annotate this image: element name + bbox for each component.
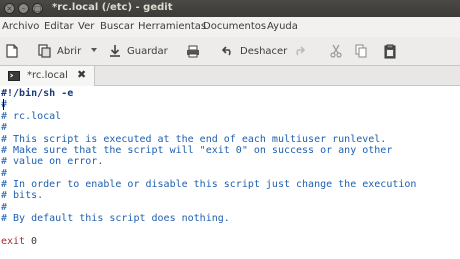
minimize-icon: – [21, 3, 26, 13]
cut-button[interactable] [330, 43, 342, 59]
open-icon [38, 44, 51, 58]
menu-ayuda[interactable]: Ayuda [267, 21, 298, 32]
save-button[interactable]: Guardar [109, 43, 168, 59]
maximize-window-button[interactable]: □ [32, 3, 43, 14]
code-line: #!/bin/sh -e [1, 88, 74, 99]
code-line: # [1, 202, 8, 213]
code-line: # value on error. [1, 156, 104, 167]
code-line: # This script is executed at the end of … [1, 134, 387, 145]
open-button[interactable]: Abrir [38, 43, 81, 59]
tab-label: *rc.local [27, 70, 68, 81]
code-line: # By default this script does nothing. [1, 213, 230, 224]
text-cursor [3, 99, 4, 110]
close-icon: × [6, 3, 13, 13]
terminal-icon [8, 71, 20, 81]
menu-editar[interactable]: Editar [44, 21, 74, 32]
menu-herramientas[interactable]: Herramientas [138, 21, 206, 32]
tab-bar: *rc.local ✖ [0, 66, 460, 86]
menu-buscar[interactable]: Buscar [100, 21, 134, 32]
title-bar: × – □ *rc.local (/etc) - gedit [0, 0, 460, 17]
minimize-window-button[interactable]: – [18, 3, 29, 14]
code-line: # bits. [1, 190, 44, 201]
close-tab-icon[interactable]: ✖ [77, 68, 86, 81]
code-line: # [1, 168, 8, 179]
open-recent-chevron-down-icon[interactable] [91, 48, 97, 52]
menu-archivo[interactable]: Archivo [2, 21, 39, 32]
new-document-icon [6, 44, 18, 58]
code-line: # rc.local [1, 111, 62, 122]
code-line-keyword: exit [1, 236, 26, 247]
code-line: # Make sure that the script will "exit 0… [1, 145, 393, 156]
menu-documentos[interactable]: Documentos [203, 21, 266, 32]
undo-label: Deshacer [240, 45, 288, 57]
code-line: # In order to enable or disable this scr… [1, 179, 417, 190]
toolbar: Abrir Guardar Deshacer [0, 37, 460, 66]
redo-button[interactable] [293, 43, 305, 59]
undo-icon [222, 46, 231, 56]
open-label: Abrir [57, 45, 82, 57]
clipboard-icon [384, 44, 396, 58]
redo-icon [296, 46, 305, 56]
copy-icon [355, 44, 367, 58]
code-line: # [1, 99, 8, 110]
undo-button[interactable]: Deshacer [222, 43, 287, 59]
tab-rc-local[interactable]: *rc.local ✖ [0, 66, 95, 86]
printer-icon [187, 45, 199, 57]
new-document-button[interactable] [6, 43, 18, 59]
save-icon [110, 45, 120, 57]
code-line-value: 0 [31, 236, 38, 247]
print-button[interactable] [186, 43, 200, 59]
maximize-icon: □ [33, 3, 42, 13]
code-line: # [1, 122, 8, 133]
paste-button[interactable] [384, 43, 396, 59]
save-label: Guardar [127, 45, 168, 57]
menu-bar: Archivo Editar Ver Buscar Herramientas D… [0, 17, 460, 37]
text-editor[interactable]: #!/bin/sh -e # # rc.local # # This scrip… [0, 86, 460, 259]
window-title: *rc.local (/etc) - gedit [52, 2, 173, 13]
scissors-icon [330, 44, 342, 58]
menu-ver[interactable]: Ver [78, 21, 94, 32]
close-window-button[interactable]: × [4, 3, 15, 14]
copy-button[interactable] [355, 43, 367, 59]
